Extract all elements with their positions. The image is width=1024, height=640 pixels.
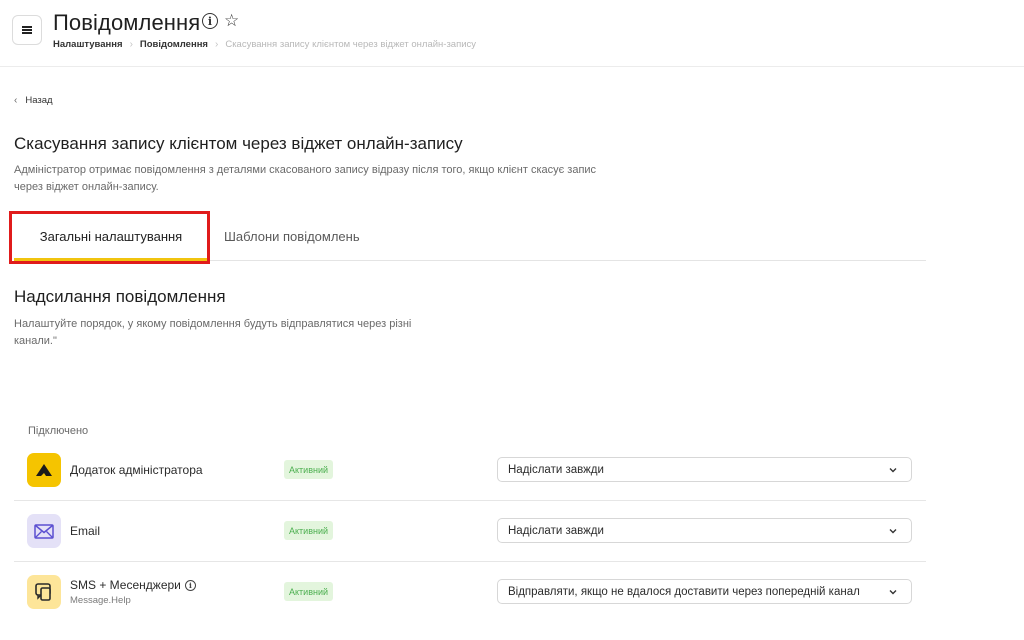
chat-phone-icon [27,575,61,609]
status-badge: Активний [284,460,333,479]
breadcrumb-notifications[interactable]: Повідомлення [140,39,208,50]
connected-label: Підключено [28,425,89,437]
section-title: Скасування запису клієнтом через віджет … [14,134,463,153]
tab-message-templates[interactable]: Шаблони повідомлень [224,213,360,260]
title-icons: i ☆ [202,12,239,29]
breadcrumb-current: Скасування запису клієнтом через віджет … [225,39,477,50]
sending-description: Налаштуйте порядок, у якому повідомлення… [14,318,412,347]
channel-name-text: SMS + Месенджери [70,578,181,592]
channel-provider: Message.Help [70,595,131,606]
chevron-left-icon: ‹ [14,95,18,106]
chat-phone-glyph [35,583,51,601]
chevron-down-icon [889,590,897,595]
channel-row-admin-app: Додаток адміністратора Активний Надіслат… [14,440,926,501]
back-link[interactable]: ‹ Назад [14,95,53,106]
status-badge: Активний [284,582,333,601]
channel-name-text: Додаток адміністратора [70,463,203,477]
highlight-box [9,211,210,264]
channel-name: SMS + Месенджери i [70,578,196,592]
send-mode-value: Надіслати завжди [508,524,604,537]
breadcrumb: Налаштування › Повідомлення › Скасування… [53,39,476,50]
channel-row-sms: SMS + Месенджери i Message.Help Активний… [14,562,926,623]
menu-button[interactable] [12,15,42,45]
section-description: Адміністратор отримає повідомлення з дет… [14,164,597,193]
info-icon[interactable]: i [184,579,196,591]
send-mode-select[interactable]: Відправляти, якщо не вдалося доставити ч… [497,579,912,604]
sending-title: Надсилання повідомлення [14,287,226,306]
send-mode-value: Відправляти, якщо не вдалося доставити ч… [508,585,860,598]
admin-app-logo-icon [27,453,61,487]
back-label: Назад [25,95,53,106]
info-icon[interactable]: i [202,13,218,29]
breadcrumb-settings[interactable]: Налаштування [53,39,123,50]
page-title: Повідомлення [53,10,201,35]
send-mode-value: Надіслати завжди [508,463,604,476]
chevron-down-icon [889,468,897,473]
envelope-glyph [34,523,54,539]
channel-name-text: Email [70,524,101,538]
breadcrumb-separator-icon: › [129,39,133,50]
channel-name: Додаток адміністратора [70,463,203,477]
page-header: Повідомлення i ☆ Налаштування › Повідомл… [0,0,1024,67]
admin-app-glyph [36,464,52,476]
channel-name: Email [70,524,100,538]
channel-row-email: Email Активний Надіслати завжди [14,501,926,562]
send-mode-select[interactable]: Надіслати завжди [497,457,912,482]
send-mode-select[interactable]: Надіслати завжди [497,518,912,543]
chevron-down-icon [889,529,897,534]
status-badge: Активний [284,521,333,540]
envelope-icon [27,514,61,548]
hamburger-icon [22,29,32,31]
star-icon[interactable]: ☆ [224,12,239,29]
breadcrumb-separator-icon: › [214,39,219,50]
